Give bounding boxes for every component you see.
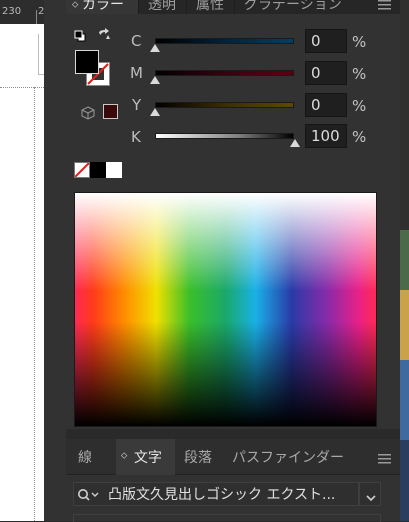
yellow-unit: % <box>352 97 367 115</box>
document-canvas[interactable] <box>0 0 44 521</box>
tab-transparency[interactable]: 透明 <box>148 0 176 14</box>
tab-color[interactable]: カラー <box>82 0 124 14</box>
default-colors-icon[interactable] <box>74 27 86 46</box>
font-dropdown-button[interactable] <box>359 482 381 506</box>
tab-stroke[interactable]: 線 <box>78 447 92 467</box>
font-family-value: 凸版文久見出しゴシック エクスト... <box>108 487 336 503</box>
yellow-label: Y <box>132 96 142 114</box>
color-spectrum[interactable] <box>74 192 377 427</box>
tab-character[interactable]: 文字 <box>134 447 162 467</box>
tab-gradient[interactable]: グラデーション <box>244 0 342 14</box>
cyan-slider-thumb[interactable] <box>150 44 160 52</box>
menu-icon[interactable] <box>377 0 393 15</box>
tab-attributes[interactable]: 属性 <box>196 0 224 14</box>
cyan-label: C <box>131 32 142 50</box>
magenta-unit: % <box>352 65 367 83</box>
chevron-down-icon <box>365 488 377 507</box>
yellow-slider-thumb[interactable] <box>150 108 160 116</box>
panel-divider <box>66 429 400 439</box>
fill-swatch[interactable] <box>75 50 99 74</box>
menu-icon-2[interactable] <box>377 450 393 469</box>
none-swatch-icon[interactable] <box>74 162 90 178</box>
search-icon[interactable] <box>77 487 101 506</box>
artboard-guide-vertical <box>34 87 35 521</box>
cyan-slider[interactable] <box>155 38 294 44</box>
black-unit: % <box>352 128 367 146</box>
yellow-field[interactable]: 0 <box>305 93 347 117</box>
yellow-slider[interactable] <box>155 102 294 108</box>
out-of-gamut-swatch[interactable] <box>103 104 118 119</box>
tab-paragraph[interactable]: 段落 <box>184 447 212 467</box>
magenta-label: M <box>130 64 143 82</box>
black-swatch[interactable] <box>90 162 106 178</box>
white-swatch[interactable] <box>106 162 122 178</box>
magenta-slider-thumb[interactable] <box>150 76 160 84</box>
horizontal-ruler: 230 2 <box>0 0 44 24</box>
tab-pathfinder[interactable]: パスファインダー <box>232 447 344 467</box>
ruler-label: 230 <box>2 6 22 17</box>
tab-grip-icon: ⬦ <box>72 0 79 10</box>
magenta-slider[interactable] <box>155 70 294 76</box>
black-slider[interactable] <box>155 133 294 139</box>
tab-grip-icon-2: ⬦ <box>121 451 128 461</box>
black-label: K <box>131 128 141 146</box>
black-slider-thumb[interactable] <box>290 139 300 147</box>
swap-icon[interactable] <box>97 27 111 46</box>
black-field[interactable]: 100 <box>305 124 347 148</box>
cyan-unit: % <box>352 33 367 51</box>
cyan-field[interactable]: 0 <box>305 29 347 53</box>
background-image-strip <box>400 0 409 521</box>
magenta-field[interactable]: 0 <box>305 61 347 85</box>
ruler-tick <box>36 10 37 24</box>
cube-icon[interactable] <box>81 105 95 124</box>
artboard-guide <box>0 87 44 88</box>
